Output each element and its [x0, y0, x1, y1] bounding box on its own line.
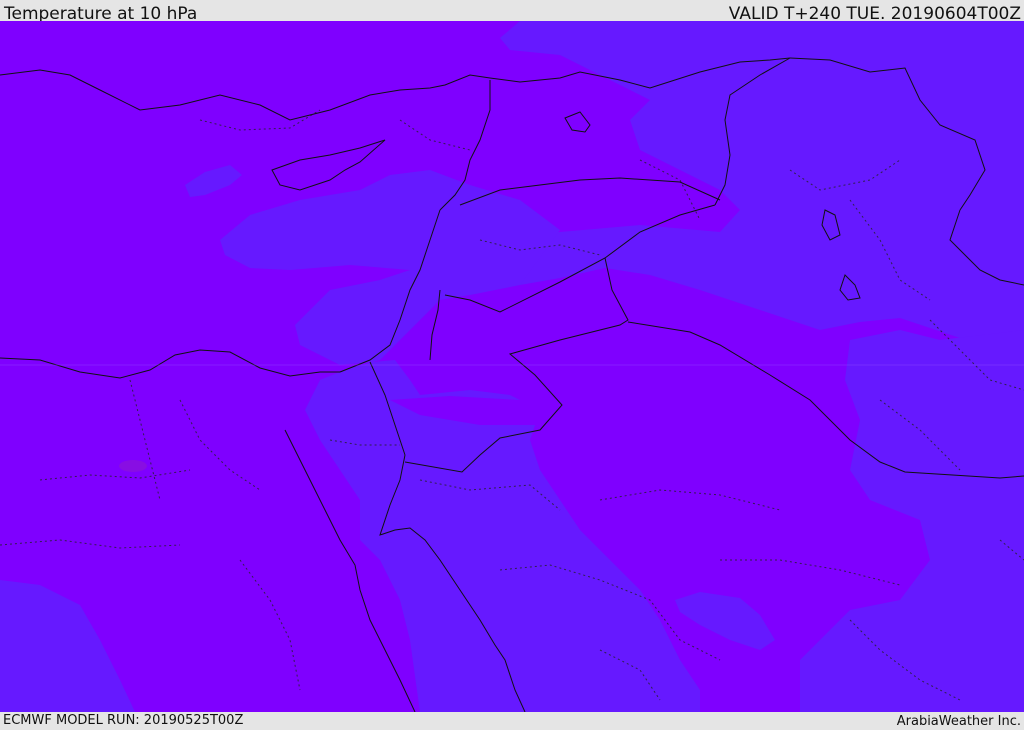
- footer-bar: ECMWF MODEL RUN: 20190525T00Z ArabiaWeat…: [0, 712, 1024, 729]
- credit-label: ArabiaWeather Inc.: [896, 714, 1021, 729]
- header-bar: Temperature at 10 hPa VALID T+240 TUE. 2…: [0, 0, 1024, 24]
- map-canvas: [0, 21, 1024, 712]
- temperature-map[interactable]: [0, 21, 1024, 712]
- model-run-label: ECMWF MODEL RUN: 20190525T00Z: [3, 713, 244, 728]
- warm-spot: [119, 460, 147, 472]
